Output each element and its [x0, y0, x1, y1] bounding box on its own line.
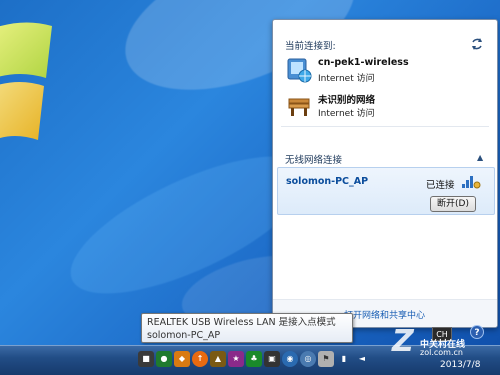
watermark-url: zol.com.cn: [420, 348, 463, 357]
wireless-section-label: 无线网络连接: [285, 155, 343, 166]
network-ssid: solomon-PC_AP: [286, 176, 369, 187]
tray-app-icon[interactable]: ♣: [246, 351, 262, 367]
chevron-up-icon[interactable]: ▲: [477, 153, 483, 162]
connection-status: Internet 访问: [318, 109, 375, 119]
tray-app-icon[interactable]: ◎: [300, 351, 316, 367]
tray-volume-icon[interactable]: ◄: [354, 351, 370, 367]
tray-app-icon[interactable]: ▲: [210, 351, 226, 367]
connection-name: cn-pek1-wireless: [318, 57, 409, 68]
disconnect-button[interactable]: 断开(D): [430, 196, 476, 212]
open-network-center-link[interactable]: 打开网络和共享中心: [344, 308, 425, 321]
connection-state: 已连接: [426, 180, 455, 191]
connection-item-wireless: cn-pek1-wireless Internet 访问: [285, 56, 485, 84]
bench-icon: [288, 98, 310, 116]
network-globe-icon: [287, 58, 312, 83]
tray-app-icon[interactable]: ▣: [264, 351, 280, 367]
wireless-network-item[interactable]: solomon-PC_AP 已连接 断开(D): [277, 167, 495, 215]
divider: [281, 126, 489, 127]
tray-update-icon[interactable]: ↑: [192, 351, 208, 367]
current-connection-label: 当前连接到:: [285, 41, 336, 52]
windows-logo-icon: [0, 22, 52, 140]
connection-item-unidentified: 未识别的网络 Internet 访问: [285, 91, 485, 119]
tray-flag-icon[interactable]: ⚑: [318, 351, 334, 367]
tray-app-icon[interactable]: ★: [228, 351, 244, 367]
connection-status: Internet 访问: [318, 74, 375, 84]
tooltip-line-2: solomon-PC_AP: [147, 330, 221, 341]
tray-app-icon[interactable]: ◆: [174, 351, 190, 367]
tray-tooltip: REALTEK USB Wireless LAN 是接入点模式 solomon-…: [141, 313, 353, 343]
tray-app-icon[interactable]: ●: [156, 351, 172, 367]
connection-name: 未识别的网络: [318, 95, 376, 106]
site-watermark: Z 中关村在线 zol.com.cn: [392, 326, 500, 360]
tray-app-icon[interactable]: ◉: [282, 351, 298, 367]
watermark-logo: Z: [392, 324, 414, 359]
clock-date[interactable]: 2013/7/8: [440, 360, 480, 370]
signal-bars-icon: [462, 176, 481, 189]
network-flyout: 当前连接到: cn-pek1-wireless Internet 访问 未识别的…: [272, 19, 498, 328]
refresh-icon[interactable]: [469, 36, 485, 52]
tray-network-icon[interactable]: ▮: [336, 351, 352, 367]
system-tray: ■ ● ◆ ↑ ▲ ★ ♣ ▣ ◉ ◎ ⚑ ▮ ◄: [138, 351, 370, 371]
tray-app-icon[interactable]: ■: [138, 351, 154, 367]
tooltip-line-1: REALTEK USB Wireless LAN 是接入点模式: [147, 317, 336, 328]
